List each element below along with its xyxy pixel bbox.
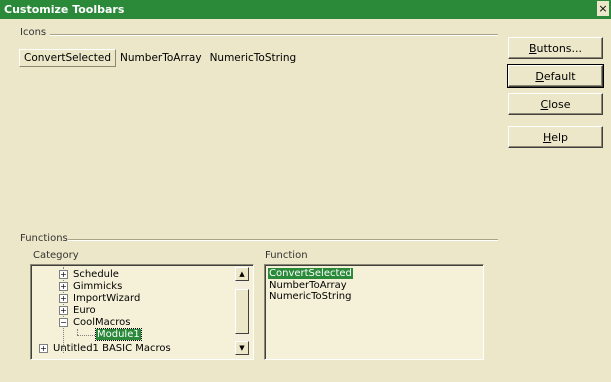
expand-plus-icon[interactable]: + [59,270,68,279]
category-label: Category [33,250,79,261]
category-item-label: Schedule [73,269,119,280]
collapse-minus-icon[interactable]: − [59,318,68,327]
help-button-label: Help [542,130,569,144]
window-title: Customize Toolbars [4,3,125,16]
icon-tab-numbertoarray[interactable]: NumberToArray [116,50,206,66]
icons-group-label: Icons [20,27,47,38]
close-window-button[interactable]: × [597,1,609,16]
tree-connector-line [77,335,95,336]
function-item-convertselected[interactable]: ConvertSelected [268,268,353,279]
expand-plus-icon[interactable]: + [59,306,68,315]
category-item-module1[interactable]: Module1 [95,328,142,341]
scrollbar-thumb[interactable] [235,289,249,334]
category-item-label: Module1 [95,328,142,341]
function-item-numbertoarray[interactable]: NumberToArray [268,280,348,291]
function-item-numerictostring[interactable]: NumericToString [268,291,352,302]
function-label: Function [265,250,308,261]
default-button[interactable]: Default [507,64,604,88]
category-item-label: Untitled1 BASIC Macros [53,343,171,354]
default-button-label: Default [535,69,576,83]
function-list[interactable]: ConvertSelected NumberToArray NumericToS… [264,264,484,360]
functions-group-divider [68,239,498,241]
title-bar: Customize Toolbars × [0,0,611,19]
category-scrollbar[interactable]: ▲ ▼ [235,267,249,355]
help-button[interactable]: Help [508,126,603,148]
expand-plus-icon[interactable]: + [39,344,48,353]
buttons-button[interactable]: Buttons... [508,37,603,59]
expand-plus-icon[interactable]: + [59,294,68,303]
category-item-label: Euro [73,305,96,316]
icons-group-divider [50,34,498,36]
expand-plus-icon[interactable]: + [59,282,68,291]
category-item-label: CoolMacros [73,317,131,328]
category-tree[interactable]: + Schedule + Gimmicks + ImportWizard + E… [30,264,254,360]
scroll-up-arrow-icon[interactable]: ▲ [235,267,249,281]
close-button-label: Close [540,97,571,111]
icon-tab-convertselected[interactable]: ConvertSelected [19,49,117,67]
scroll-down-arrow-icon[interactable]: ▼ [235,341,249,355]
icon-tab-numerictostring[interactable]: NumericToString [206,50,301,66]
buttons-button-label: Buttons... [528,41,583,55]
close-button[interactable]: Close [508,93,603,115]
category-item-label: ImportWizard [73,293,141,304]
icons-tab-strip: ConvertSelected NumberToArray NumericToS… [19,47,300,69]
functions-group-label: Functions [20,233,68,244]
category-item-label: Gimmicks [73,281,123,292]
